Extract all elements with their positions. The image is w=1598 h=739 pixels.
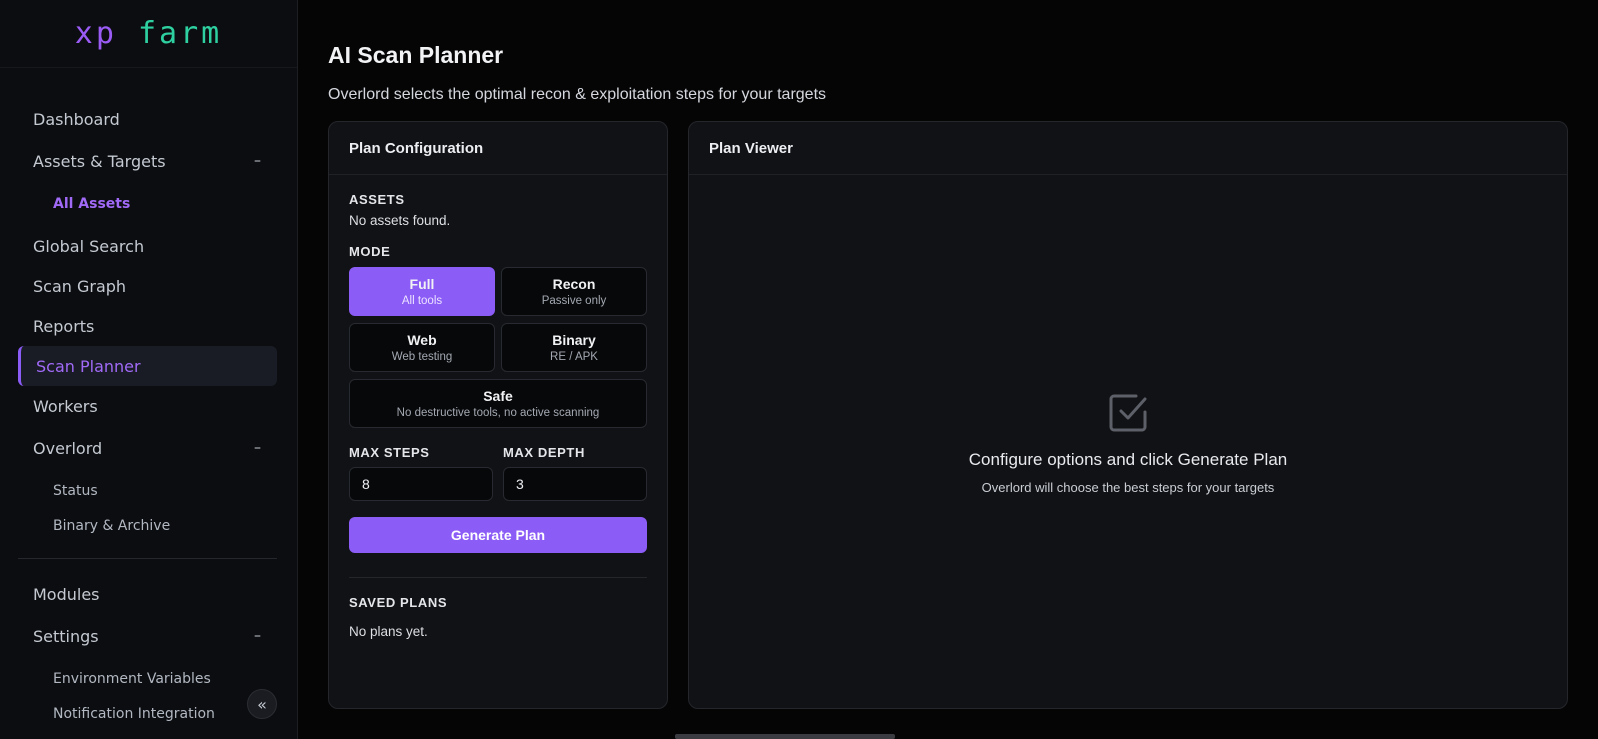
logo-farm: farm	[137, 15, 223, 51]
max-steps-label: MAX STEPS	[349, 445, 430, 460]
checkbox-icon	[1109, 394, 1147, 432]
logo-xp: xp	[74, 15, 117, 51]
max-depth-label: MAX DEPTH	[503, 445, 585, 460]
saved-plans-label: SAVED PLANS	[349, 595, 448, 610]
sidebar-item-label: Assets & Targets	[33, 151, 166, 171]
sidebar-subitem-binary-archive[interactable]: Binary & Archive	[53, 518, 170, 534]
sidebar-item-label: Overlord	[33, 438, 103, 458]
sidebar-item-label: Scan Planner	[36, 356, 141, 376]
sidebar-item-label: Reports	[33, 316, 95, 336]
plan-configuration-header: Plan Configuration	[329, 122, 667, 175]
double-chevron-left-icon: «	[257, 694, 267, 714]
app-logo[interactable]: xp farm	[74, 15, 223, 51]
sidebar-item-overlord[interactable]: Overlord –	[18, 428, 277, 468]
config-divider	[349, 577, 647, 578]
collapse-toggle-icon[interactable]: –	[254, 153, 261, 169]
sidebar-divider	[18, 558, 277, 559]
sidebar-item-reports[interactable]: Reports	[18, 306, 277, 346]
plan-viewer-header: Plan Viewer	[689, 122, 1567, 175]
sidebar-item-label: Modules	[33, 584, 100, 604]
saved-plans-empty-text: No plans yet.	[349, 624, 428, 639]
mode-title: Recon	[552, 276, 596, 292]
logo-area: xp farm	[0, 0, 297, 68]
sidebar-subitem-status[interactable]: Status	[53, 483, 98, 499]
mode-subtitle: All tools	[401, 295, 443, 307]
mode-subtitle: RE / APK	[550, 351, 598, 363]
sidebar-item-label: Dashboard	[33, 109, 120, 129]
sidebar-item-label: Scan Graph	[33, 276, 127, 296]
mode-web-button[interactable]: Web Web testing	[349, 323, 495, 372]
max-depth-input[interactable]	[503, 467, 647, 501]
sidebar-item-scan-graph[interactable]: Scan Graph	[18, 266, 277, 306]
sidebar-item-dashboard[interactable]: Dashboard	[18, 99, 277, 139]
mode-safe-button[interactable]: Safe No destructive tools, no active sca…	[349, 379, 647, 428]
collapse-sidebar-button[interactable]: «	[247, 689, 277, 719]
page-title: AI Scan Planner	[328, 42, 504, 68]
mode-title: Web	[407, 332, 437, 348]
mode-label: MODE	[349, 244, 391, 259]
mode-title: Full	[409, 276, 435, 292]
sidebar-item-workers[interactable]: Workers	[18, 386, 277, 426]
mode-subtitle: Passive only	[541, 295, 607, 307]
horizontal-scrollbar[interactable]	[675, 734, 895, 739]
sidebar-subitem-all-assets[interactable]: All Assets	[53, 196, 130, 212]
sidebar-item-settings[interactable]: Settings –	[18, 616, 277, 656]
assets-label: ASSETS	[349, 192, 405, 207]
collapse-toggle-icon[interactable]: –	[254, 440, 261, 456]
mode-title: Binary	[552, 332, 596, 348]
generate-plan-button[interactable]: Generate Plan	[349, 517, 647, 553]
plan-configuration-card: Plan Configuration ASSETS No assets foun…	[328, 121, 668, 709]
mode-subtitle: No destructive tools, no active scanning	[396, 407, 600, 419]
empty-state-title: Configure options and click Generate Pla…	[968, 450, 1288, 469]
sidebar-item-label: Settings	[33, 626, 99, 646]
assets-empty-text: No assets found.	[349, 213, 451, 228]
plan-viewer-card: Plan Viewer Configure options and click …	[688, 121, 1568, 709]
plan-viewer-empty-state: Configure options and click Generate Pla…	[689, 392, 1567, 495]
mode-subtitle: Web testing	[391, 351, 453, 363]
sidebar-subitem-notification-integration[interactable]: Notification Integration	[53, 706, 215, 722]
sidebar-item-label: Global Search	[33, 236, 145, 256]
sidebar-item-scan-planner[interactable]: Scan Planner	[18, 346, 277, 386]
mode-title: Safe	[483, 388, 513, 404]
max-steps-input[interactable]	[349, 467, 493, 501]
mode-full-button[interactable]: Full All tools	[349, 267, 495, 316]
mode-recon-button[interactable]: Recon Passive only	[501, 267, 647, 316]
sidebar-item-modules[interactable]: Modules	[18, 574, 277, 614]
sidebar-item-assets-targets[interactable]: Assets & Targets –	[18, 141, 277, 181]
sidebar-item-label: Workers	[33, 396, 98, 416]
empty-state-subtitle: Overlord will choose the best steps for …	[981, 480, 1275, 495]
sidebar-item-global-search[interactable]: Global Search	[18, 226, 277, 266]
page-subtitle: Overlord selects the optimal recon & exp…	[328, 86, 827, 103]
mode-binary-button[interactable]: Binary RE / APK	[501, 323, 647, 372]
collapse-toggle-icon[interactable]: –	[254, 628, 261, 644]
sidebar: xp farm Dashboard Assets & Targets – All…	[0, 0, 298, 739]
sidebar-subitem-environment-variables[interactable]: Environment Variables	[53, 671, 211, 687]
